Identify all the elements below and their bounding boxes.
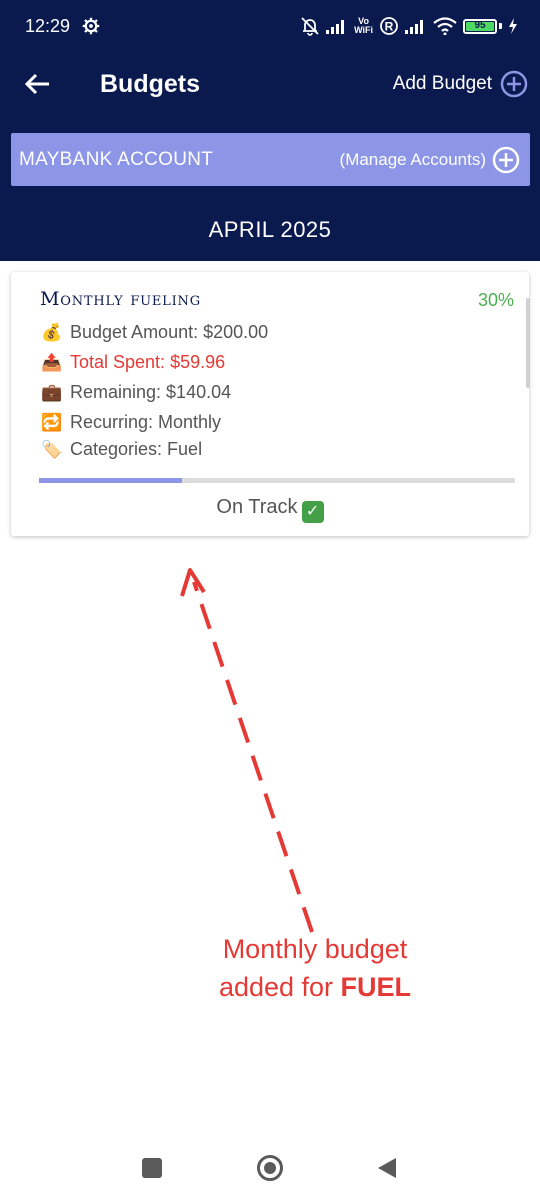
status-icons: Vo WiFi R 95 xyxy=(300,14,518,38)
budget-progress-bar xyxy=(39,478,515,483)
money-bag-icon: 💰 xyxy=(41,322,63,342)
app-bar: Budgets Add Budget xyxy=(0,56,540,112)
categories: Categories: Fuel xyxy=(70,439,203,459)
account-name: MAYBANK ACCOUNT xyxy=(19,149,214,170)
vowifi-bottom: WiFi xyxy=(354,25,373,35)
signal-icon-2 xyxy=(405,20,423,34)
annotation-text: Monthly budget added for FUEL xyxy=(190,930,440,1006)
budget-card[interactable]: Monthly fueling 30% 💰 Budget Amount: $20… xyxy=(11,272,529,536)
back-triangle-icon[interactable] xyxy=(376,1156,398,1180)
budget-amount: Budget Amount: $200.00 xyxy=(70,322,269,342)
add-budget-button[interactable]: Add Budget xyxy=(393,70,528,98)
status-time: 12:29 xyxy=(25,16,71,36)
budget-status-label: On Track xyxy=(216,496,298,518)
add-budget-label: Add Budget xyxy=(392,73,492,94)
account-selector[interactable]: MAYBANK ACCOUNT (Manage Accounts) xyxy=(11,133,530,186)
total-spent-row: 📤 Total Spent: $59.96 xyxy=(40,352,225,373)
plus-circle-icon xyxy=(492,146,520,174)
svg-text:R: R xyxy=(385,20,394,34)
briefcase-icon: 💼 xyxy=(41,382,63,402)
vowifi-indicator: Vo WiFi xyxy=(354,17,373,35)
budget-amount-row: 💰 Budget Amount: $200.00 xyxy=(40,322,268,343)
charging-bolt-icon xyxy=(509,18,517,34)
tag-icon: 🏷️ xyxy=(41,439,63,459)
scrollbar-thumb[interactable] xyxy=(526,298,530,388)
recurring-row: 🔁 Recurring: Monthly xyxy=(40,412,221,433)
settings-gear-icon xyxy=(82,17,100,35)
categories-row: 🏷️ Categories: Fuel xyxy=(40,439,202,460)
header: 12:29 Vo WiFi R 95 Budgets Add Budget MA… xyxy=(0,0,540,261)
system-nav-bar xyxy=(0,1135,540,1200)
manage-accounts-button[interactable]: (Manage Accounts) xyxy=(340,146,520,174)
plus-circle-icon xyxy=(500,70,528,98)
budget-progress-fill xyxy=(39,478,182,483)
battery-tip xyxy=(499,23,502,29)
page-title: Budgets xyxy=(100,70,200,98)
status-bar: 12:29 Vo WiFi R 95 xyxy=(0,0,540,54)
remaining-row: 💼 Remaining: $140.04 xyxy=(40,382,231,403)
annotation-line-2-prefix: added for xyxy=(218,972,341,1002)
remaining: Remaining: $140.04 xyxy=(70,382,232,402)
back-arrow-icon[interactable] xyxy=(22,68,54,100)
annotation-line-2: added for FUEL xyxy=(190,968,440,1006)
recurring: Recurring: Monthly xyxy=(70,412,222,432)
period-label: APRIL 2025 xyxy=(208,217,332,242)
recents-square-icon[interactable] xyxy=(141,1157,163,1179)
mute-bell-icon xyxy=(301,17,319,36)
total-spent: Total Spent: $59.96 xyxy=(70,352,226,372)
wifi-icon xyxy=(433,17,457,35)
manage-accounts-label: (Manage Accounts) xyxy=(339,150,486,169)
outbox-icon: 📤 xyxy=(41,352,63,372)
battery-level: 95 xyxy=(474,19,486,31)
signal-icon xyxy=(326,20,345,34)
registered-icon: R xyxy=(380,17,398,35)
budget-percent: 30% xyxy=(477,290,514,310)
check-mark-icon: ✓ xyxy=(301,501,324,523)
battery-icon: 95 xyxy=(463,18,497,34)
repeat-icon: 🔁 xyxy=(41,412,63,432)
budget-status: On Track ✓ xyxy=(11,496,529,523)
home-circle-icon[interactable] xyxy=(256,1154,284,1182)
annotation-highlight: FUEL xyxy=(340,972,412,1002)
budget-title: Monthly fueling xyxy=(40,288,201,310)
annotation-line-1: Monthly budget xyxy=(222,934,408,964)
